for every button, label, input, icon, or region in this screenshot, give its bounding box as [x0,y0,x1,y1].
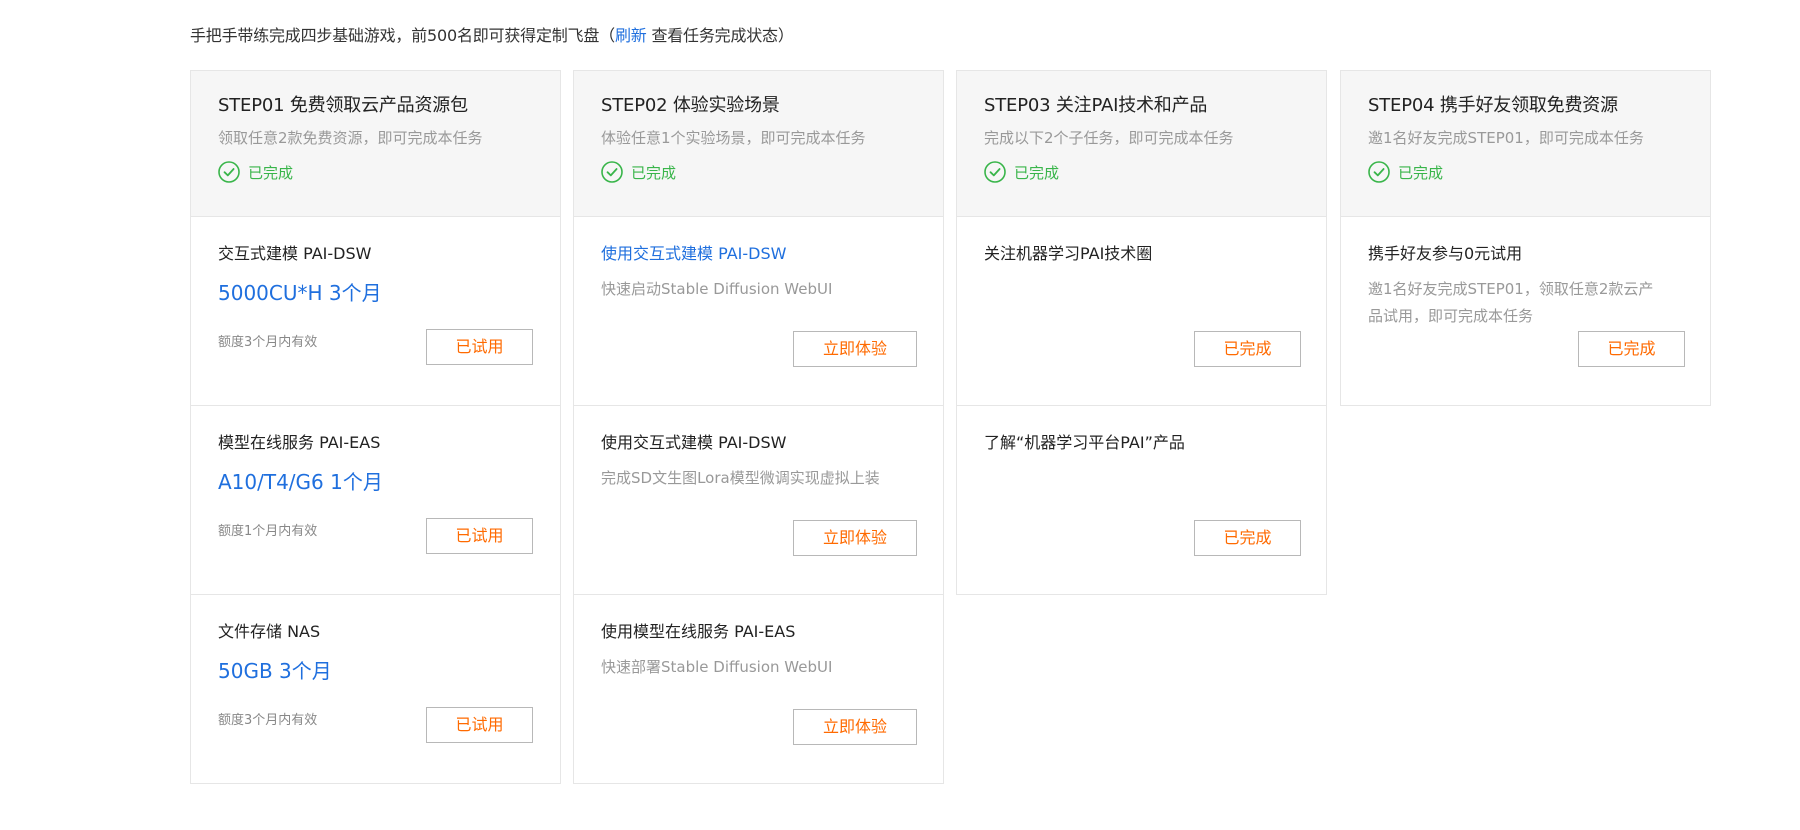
scenario-desc: 快速部署Stable Diffusion WebUI [601,658,833,676]
step-03-status: 已完成 [984,161,1299,183]
completed-button[interactable]: 已完成 [1578,331,1685,367]
subtask-name: 了解“机器学习平台PAI”产品 [984,433,1185,452]
intro-text-before: 手把手带练完成四步基础游戏，前500名即可获得定制飞盘（ [190,26,615,45]
scenario-desc: 完成SD文生图Lora模型微调实现虚拟上装 [601,469,880,487]
scenario-name: 使用交互式建模 PAI-DSW [601,433,787,452]
resource-offer: A10/T4/G6 1个月 [218,470,383,494]
scenario-item-2: 使用交互式建模 PAI-DSW 完成SD文生图Lora模型微调实现虚拟上装 立即… [573,406,944,595]
resource-item-pai-eas: 模型在线服务 PAI-EAS A10/T4/G6 1个月 额度1个月内有效 已试… [190,406,561,595]
tried-button[interactable]: 已试用 [426,329,533,365]
resource-item-pai-dsw: 交互式建模 PAI-DSW 5000CU*H 3个月 额度3个月内有效 已试用 [190,217,561,406]
try-now-button[interactable]: 立即体验 [793,520,917,556]
invite-desc-line-1: 邀1名好友完成STEP01，领取任意2款云产 [1368,280,1654,298]
invite-desc: 邀1名好友完成STEP01，领取任意2款云产 品试用，即可完成本任务 [1368,276,1683,330]
resource-validity: 额度3个月内有效 [218,335,318,350]
step-03-column: STEP03 关注PAI技术和产品 完成以下2个子任务，即可完成本任务 已完成 … [956,70,1327,595]
resource-offer: 5000CU*H 3个月 [218,281,382,305]
step-01-desc: 领取任意2款免费资源，即可完成本任务 [218,129,483,147]
subtask-name: 关注机器学习PAI技术圈 [984,244,1153,263]
check-circle-icon [984,161,1006,183]
step-04-column: STEP04 携手好友领取免费资源 邀1名好友完成STEP01，即可完成本任务 … [1340,70,1711,406]
step-02-column: STEP02 体验实验场景 体验任意1个实验场景，即可完成本任务 已完成 使用交… [573,70,944,784]
tried-button[interactable]: 已试用 [426,707,533,743]
try-now-button[interactable]: 立即体验 [793,709,917,745]
resource-name: 文件存储 NAS [218,622,321,641]
invite-item: 携手好友参与0元试用 邀1名好友完成STEP01，领取任意2款云产 品试用，即可… [1340,217,1711,406]
resource-offer: 50GB 3个月 [218,659,332,683]
resource-validity: 额度3个月内有效 [218,713,318,728]
completed-button[interactable]: 已完成 [1194,331,1301,367]
resource-validity: 额度1个月内有效 [218,524,318,539]
step-03-title: STEP03 关注PAI技术和产品 [984,95,1208,116]
tried-button[interactable]: 已试用 [426,518,533,554]
resource-name: 模型在线服务 PAI-EAS [218,433,381,452]
check-circle-icon [601,161,623,183]
step-02-header: STEP02 体验实验场景 体验任意1个实验场景，即可完成本任务 已完成 [573,70,944,217]
intro-text: 手把手带练完成四步基础游戏，前500名即可获得定制飞盘（刷新 查看任务完成状态） [190,22,794,46]
resource-item-nas: 文件存储 NAS 50GB 3个月 额度3个月内有效 已试用 [190,595,561,784]
step-02-status: 已完成 [601,161,916,183]
step-04-header: STEP04 携手好友领取免费资源 邀1名好友完成STEP01，即可完成本任务 … [1340,70,1711,217]
step-04-title: STEP04 携手好友领取免费资源 [1368,95,1618,116]
try-now-button[interactable]: 立即体验 [793,331,917,367]
status-label: 已完成 [248,163,294,182]
refresh-link[interactable]: 刷新 [615,26,647,45]
status-label: 已完成 [631,163,677,182]
step-01-header: STEP01 免费领取云产品资源包 领取任意2款免费资源，即可完成本任务 已完成 [190,70,561,217]
status-label: 已完成 [1014,163,1060,182]
step-03-header: STEP03 关注PAI技术和产品 完成以下2个子任务，即可完成本任务 已完成 [956,70,1327,217]
step-01-column: STEP01 免费领取云产品资源包 领取任意2款免费资源，即可完成本任务 已完成… [190,70,561,784]
completed-button[interactable]: 已完成 [1194,520,1301,556]
step-03-desc: 完成以下2个子任务，即可完成本任务 [984,129,1234,147]
step-02-title: STEP02 体验实验场景 [601,95,780,116]
subtask-item-2: 了解“机器学习平台PAI”产品 已完成 [956,406,1327,595]
step-04-desc: 邀1名好友完成STEP01，即可完成本任务 [1368,129,1644,147]
resource-name: 交互式建模 PAI-DSW [218,244,372,263]
step-02-desc: 体验任意1个实验场景，即可完成本任务 [601,129,866,147]
step-01-title: STEP01 免费领取云产品资源包 [218,95,468,116]
invite-desc-line-2: 品试用，即可完成本任务 [1368,307,1534,325]
scenario-name: 使用模型在线服务 PAI-EAS [601,622,796,641]
scenario-link[interactable]: 使用交互式建模 PAI-DSW [601,243,916,265]
scenario-desc: 快速启动Stable Diffusion WebUI [601,280,833,298]
step-01-status: 已完成 [218,161,533,183]
intro-text-after: 查看任务完成状态） [651,26,794,45]
scenario-item-3: 使用模型在线服务 PAI-EAS 快速部署Stable Diffusion We… [573,595,944,784]
status-label: 已完成 [1398,163,1444,182]
subtask-item-1: 关注机器学习PAI技术圈 已完成 [956,217,1327,406]
invite-name: 携手好友参与0元试用 [1368,244,1523,263]
check-circle-icon [218,161,240,183]
scenario-item-1: 使用交互式建模 PAI-DSW 快速启动Stable Diffusion Web… [573,217,944,406]
step-04-status: 已完成 [1368,161,1683,183]
check-circle-icon [1368,161,1390,183]
